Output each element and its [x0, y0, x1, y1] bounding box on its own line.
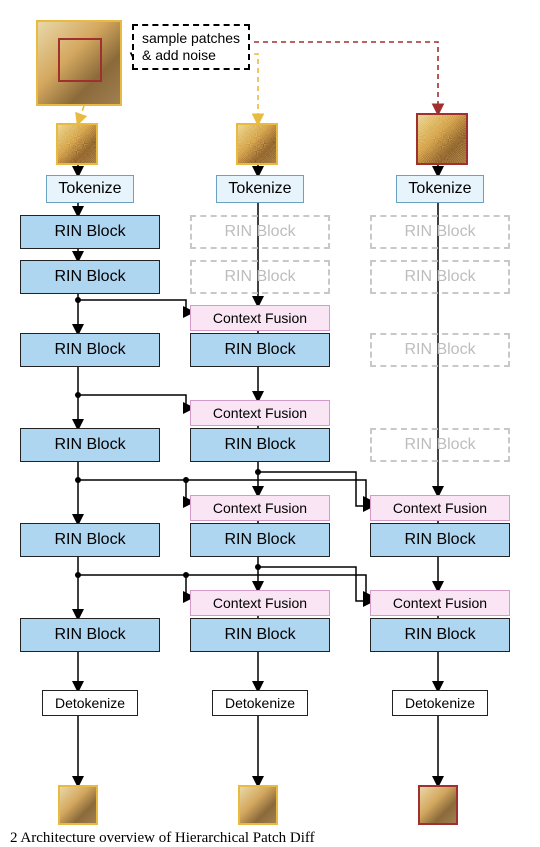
ghost-block: RIN Block [370, 333, 510, 367]
block-label: RIN Block [404, 341, 475, 359]
fusion-block: Context Fusion [370, 495, 510, 521]
tokenize-block: Tokenize [46, 175, 134, 203]
block-label: RIN Block [54, 268, 125, 286]
block-label: Context Fusion [213, 310, 307, 326]
block-label: RIN Block [54, 626, 125, 644]
block-label: Context Fusion [393, 595, 487, 611]
ghost-block: RIN Block [370, 215, 510, 249]
rin-block: RIN Block [20, 618, 160, 652]
block-label: Context Fusion [213, 405, 307, 421]
block-label: Detokenize [225, 695, 295, 711]
tokenize-block: Tokenize [396, 175, 484, 203]
rin-block: RIN Block [20, 260, 160, 294]
fusion-block: Context Fusion [190, 590, 330, 616]
junction-dot [255, 469, 261, 475]
note-text: sample patches & add noise [142, 30, 240, 63]
block-label: RIN Block [224, 531, 295, 549]
image-col3_out [418, 785, 458, 825]
rin-block: RIN Block [20, 215, 160, 249]
detokenize-block: Detokenize [212, 690, 308, 716]
image-col1_top [56, 123, 98, 165]
block-label: RIN Block [54, 341, 125, 359]
block-label: Detokenize [405, 695, 475, 711]
block-label: RIN Block [224, 223, 295, 241]
block-label: RIN Block [224, 436, 295, 454]
ghost-block: RIN Block [190, 260, 330, 294]
block-label: RIN Block [54, 223, 125, 241]
junction-dot [75, 392, 81, 398]
fusion-block: Context Fusion [190, 495, 330, 521]
rin-block: RIN Block [20, 523, 160, 557]
block-label: Tokenize [58, 180, 121, 198]
tokenize-block: Tokenize [216, 175, 304, 203]
rin-block: RIN Block [190, 618, 330, 652]
sample-arrow [78, 106, 84, 123]
rin-block: RIN Block [370, 618, 510, 652]
block-label: Context Fusion [213, 595, 307, 611]
rin-block: RIN Block [20, 428, 160, 462]
rin-block: RIN Block [190, 523, 330, 557]
detokenize-block: Detokenize [42, 690, 138, 716]
block-label: RIN Block [54, 531, 125, 549]
fusion-block: Context Fusion [190, 400, 330, 426]
rin-block: RIN Block [190, 428, 330, 462]
junction-dot [75, 477, 81, 483]
block-label: RIN Block [404, 268, 475, 286]
image-col1_out [58, 785, 98, 825]
block-label: RIN Block [404, 531, 475, 549]
rin-block: RIN Block [370, 523, 510, 557]
flow-arrow [78, 575, 192, 597]
block-label: RIN Block [224, 341, 295, 359]
fusion-block: Context Fusion [190, 305, 330, 331]
fusion-block: Context Fusion [370, 590, 510, 616]
figure-caption: 2 Architecture overview of Hierarchical … [10, 830, 315, 847]
rin-block: RIN Block [20, 333, 160, 367]
ghost-block: RIN Block [370, 260, 510, 294]
block-label: RIN Block [224, 268, 295, 286]
ghost-block: RIN Block [370, 428, 510, 462]
image-col3_top [416, 113, 468, 165]
block-label: RIN Block [404, 223, 475, 241]
junction-dot [75, 297, 81, 303]
rin-block: RIN Block [190, 333, 330, 367]
ghost-block: RIN Block [190, 215, 330, 249]
junction-dot [75, 572, 81, 578]
block-label: Context Fusion [213, 500, 307, 516]
block-label: Tokenize [228, 180, 291, 198]
junction-dot [255, 564, 261, 570]
block-label: RIN Block [224, 626, 295, 644]
flow-arrow [78, 300, 192, 312]
image-col2_out [238, 785, 278, 825]
sample-note: sample patches & add noise [132, 24, 250, 70]
image-col2_top [236, 123, 278, 165]
block-label: RIN Block [404, 436, 475, 454]
block-label: Tokenize [408, 180, 471, 198]
sample-arrow [218, 42, 438, 113]
block-label: RIN Block [54, 436, 125, 454]
block-label: Context Fusion [393, 500, 487, 516]
junction-dot [183, 477, 189, 483]
flow-arrow [78, 395, 192, 408]
crop-rect [58, 38, 102, 82]
junction-dot [183, 572, 189, 578]
flow-arrow [78, 480, 192, 502]
detokenize-block: Detokenize [392, 690, 488, 716]
block-label: Detokenize [55, 695, 125, 711]
block-label: RIN Block [404, 626, 475, 644]
